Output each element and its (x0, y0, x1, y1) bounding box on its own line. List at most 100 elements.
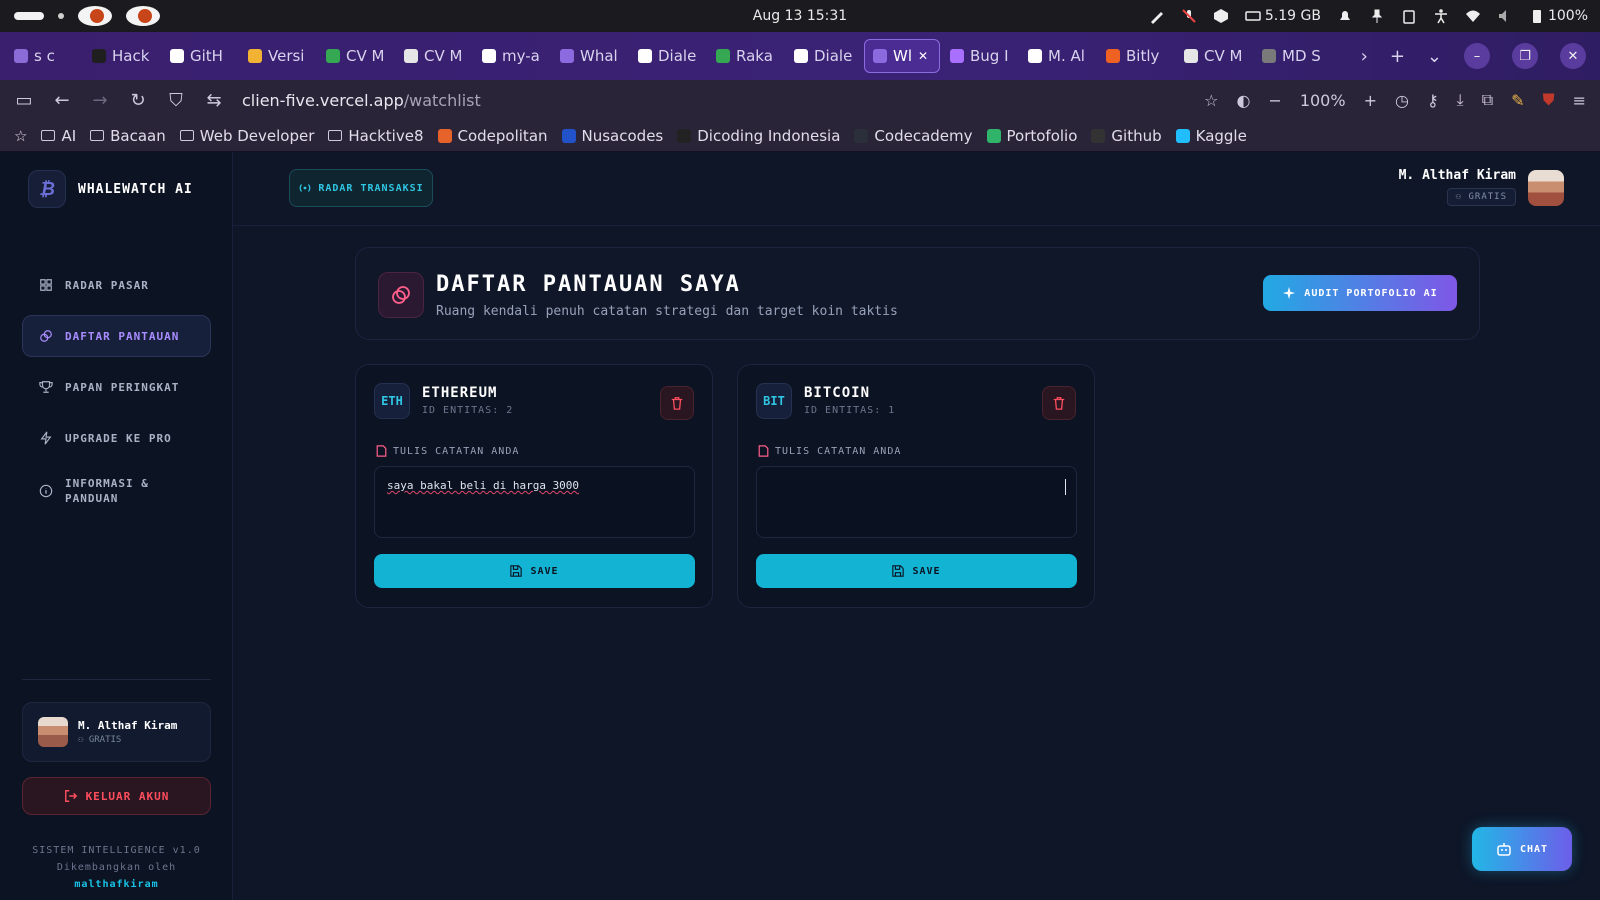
browser-tab[interactable]: Whal (552, 39, 628, 73)
mic-off-icon[interactable] (1181, 8, 1197, 24)
bookmark-label: Codepolitan (457, 126, 548, 145)
browser-tab[interactable]: Bug I (942, 39, 1018, 73)
memory-indicator[interactable]: 5.19 GB (1245, 8, 1321, 24)
new-tab-button[interactable]: + (1390, 46, 1405, 67)
download-icon[interactable]: ⤓ (1457, 90, 1464, 110)
zoom-in-button[interactable]: + (1364, 91, 1377, 110)
bookmarks-bar: ☆ AI Bacaan Web Developer Hacktive8 Codepoli… (0, 120, 1600, 152)
tab-list-chevron-icon[interactable]: ⌄ (1427, 46, 1442, 67)
workspace-dot[interactable] (58, 13, 64, 19)
browser-tab[interactable]: Hack (84, 39, 160, 73)
sidebar-user-card[interactable]: M. Althaf Kiram ⚇ GRATIS (22, 702, 211, 762)
ublock-icon[interactable]: ⛊ (1543, 90, 1555, 110)
user-name: M. Althaf Kiram (78, 719, 178, 732)
bookmark-item[interactable]: Bacaan (90, 127, 166, 145)
sidebar-item-daftar-pantauan[interactable]: DAFTAR PANTAUAN (22, 315, 211, 357)
sidebar-item-papan-peringkat[interactable]: PAPAN PERINGKAT (22, 366, 211, 408)
chat-button[interactable]: CHAT (1472, 827, 1572, 871)
note-textarea[interactable] (756, 466, 1077, 538)
bookmark-item[interactable]: Github (1091, 127, 1162, 145)
bookmark-item[interactable]: Codecademy (854, 127, 973, 145)
zoom-level[interactable]: 100% (1300, 91, 1346, 110)
wifi-icon[interactable] (1465, 8, 1481, 24)
browser-tab[interactable]: GitH (162, 39, 238, 73)
sidebar-item-upgrade-ke-pro[interactable]: UPGRADE KE PRO (22, 417, 211, 459)
volume-muted-icon[interactable] (1497, 8, 1513, 24)
password-key-icon[interactable]: ⚷ (1427, 91, 1439, 110)
clipboard-icon[interactable] (1401, 8, 1417, 24)
bookmark-item[interactable]: Web Developer (179, 127, 314, 145)
bookmark-item[interactable]: Dicoding Indonesia (677, 127, 840, 145)
header-user[interactable]: M. Althaf Kiram ⚇ GRATIS (1399, 168, 1516, 206)
header-avatar[interactable] (1528, 170, 1564, 206)
delete-button[interactable] (660, 386, 694, 420)
brand[interactable]: ₿ WHALEWATCH AI (28, 170, 193, 208)
reload-button[interactable]: ↻ (128, 90, 148, 111)
extension-icon[interactable]: ◐ (1236, 91, 1250, 110)
browser-tab-bar: s c Hack GitH Versi CV M CV M my-a Whal Diale Rak… (0, 32, 1600, 80)
bookmark-star-icon[interactable]: ☆ (1204, 91, 1218, 110)
battery-indicator[interactable]: 100% (1529, 8, 1588, 24)
page-header-card: DAFTAR PANTAUAN SAYA Ruang kendali penuh… (355, 247, 1480, 340)
bookmark-item[interactable]: Codepolitan (437, 126, 548, 145)
bolt-icon (40, 431, 52, 445)
forward-button[interactable]: → (90, 90, 110, 111)
history-icon[interactable]: ◷ (1395, 91, 1409, 110)
browser-tab[interactable]: Bitly (1098, 39, 1174, 73)
pen-icon[interactable] (1149, 8, 1165, 24)
eye-app-icon-2[interactable] (126, 6, 160, 26)
audit-portfolio-button[interactable]: AUDIT PORTOFOLIO AI (1263, 275, 1457, 311)
eye-app-icon[interactable] (78, 6, 112, 26)
bookmarks-star-icon[interactable]: ☆ (14, 127, 27, 145)
coin-name: ETHEREUM (422, 385, 498, 401)
sidebar-item-informasi-panduan[interactable]: INFORMASI & PANDUAN (22, 468, 211, 514)
pencil-extension-icon[interactable]: ✎ (1511, 91, 1524, 110)
browser-tab[interactable]: Diale (630, 39, 706, 73)
sidebar-item-radar-pasar[interactable]: RADAR PASAR (22, 264, 211, 306)
browser-tab[interactable]: s c (6, 39, 82, 73)
browser-tab[interactable]: MD S (1254, 39, 1330, 73)
bookmark-item[interactable]: Portofolio (986, 127, 1077, 145)
tab-scroll-right-icon[interactable]: › (1361, 46, 1368, 67)
bookmark-item[interactable]: Hacktive8 (328, 127, 424, 145)
restore-button[interactable]: ❐ (1512, 43, 1538, 69)
browser-tab[interactable]: Diale (786, 39, 862, 73)
browser-tab[interactable]: Wl ✕ (864, 39, 940, 73)
pin-icon[interactable] (1369, 8, 1385, 24)
workspace-indicator[interactable] (14, 12, 44, 20)
browser-tab[interactable]: CV M (318, 39, 394, 73)
browser-tab[interactable]: Versi (240, 39, 316, 73)
bell-icon[interactable] (1337, 8, 1353, 24)
address-bar[interactable]: clien-five.vercel.app/watchlist (242, 91, 481, 110)
sidebar-toggle-icon[interactable]: ▭ (14, 90, 34, 111)
close-window-button[interactable]: ✕ (1560, 43, 1586, 69)
save-button[interactable]: SAVE (756, 554, 1077, 588)
radar-transaksi-button[interactable]: RADAR TRANSAKSI (289, 169, 433, 207)
bookmark-item[interactable]: Kaggle (1175, 127, 1247, 145)
minimize-button[interactable]: – (1464, 43, 1490, 69)
bookmark-item[interactable]: AI (41, 127, 76, 145)
accessibility-icon[interactable] (1433, 8, 1449, 24)
logout-button[interactable]: KELUAR AKUN (22, 777, 211, 815)
save-button[interactable]: SAVE (374, 554, 695, 588)
browser-tab[interactable]: M. Al (1020, 39, 1096, 73)
browser-tab[interactable]: CV M (1176, 39, 1252, 73)
radar-label: RADAR TRANSAKSI (318, 182, 424, 194)
zoom-out-button[interactable]: − (1268, 91, 1281, 110)
browser-tab[interactable]: my-a (474, 39, 550, 73)
cube-icon[interactable] (1213, 8, 1229, 24)
footer-author-link[interactable]: malthafkiram (0, 876, 233, 893)
menu-icon[interactable]: ≡ (1573, 91, 1586, 110)
top-header: RADAR TRANSAKSI M. Althaf Kiram ⚇ GRATIS (233, 152, 1600, 226)
browser-tab[interactable]: CV M (396, 39, 472, 73)
bookmark-item[interactable]: Nusacodes (561, 127, 663, 145)
note-textarea[interactable]: saya bakal beli di harga 3000 (374, 466, 695, 538)
browser-tab[interactable]: Raka (708, 39, 784, 73)
extensions-puzzle-icon[interactable]: ⧉ (1482, 90, 1493, 110)
site-settings-icon[interactable]: ⇆ (204, 90, 224, 111)
back-button[interactable]: ← (52, 90, 72, 111)
delete-button[interactable] (1042, 386, 1076, 420)
close-tab-icon[interactable]: ✕ (918, 49, 928, 63)
battery-value: 100% (1547, 8, 1588, 24)
shield-icon[interactable]: ⛉ (166, 90, 186, 111)
